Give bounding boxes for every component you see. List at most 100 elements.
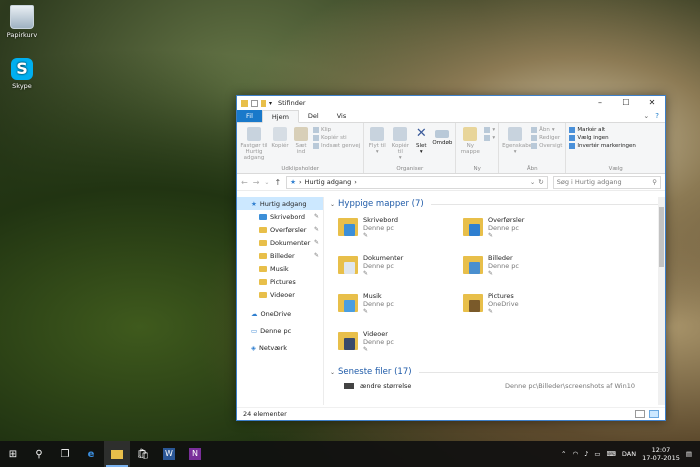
- close-button[interactable]: ✕: [639, 96, 665, 110]
- history-button[interactable]: Oversigt: [531, 143, 562, 149]
- recent-file-row[interactable]: ændre størrelse Denne pc\Billeder\screen…: [324, 379, 665, 393]
- task-view-button[interactable]: ❐: [52, 441, 78, 467]
- new-item-button[interactable]: ▾: [484, 127, 495, 133]
- skype-icon: S: [11, 58, 33, 80]
- copy-to-button[interactable]: Kopiér til ▾: [390, 125, 410, 164]
- search-box[interactable]: Søg i Hurtig adgang ⚲: [552, 175, 661, 189]
- taskbar-edge[interactable]: e: [78, 441, 104, 467]
- select-none-button[interactable]: Vælg ingen: [569, 135, 636, 141]
- frequent-folders-header[interactable]: ⌄ Hyppige mapper (7): [324, 197, 665, 211]
- folder-location: Denne pc: [363, 262, 395, 270]
- properties-button[interactable]: Egenskaber ▾: [502, 125, 534, 164]
- vertical-scrollbar[interactable]: [658, 197, 665, 405]
- address-dropdown-chevron-icon[interactable]: ⌄: [530, 178, 535, 186]
- nav-item-musik[interactable]: Musik: [237, 262, 323, 275]
- new-folder-button[interactable]: Ny mappe: [459, 125, 481, 164]
- taskbar-file-explorer[interactable]: [104, 441, 130, 467]
- address-box[interactable]: ★ › Hurtig adgang › ⌄ ↻: [286, 175, 548, 189]
- language-indicator[interactable]: DAN: [622, 450, 636, 458]
- invert-selection-button[interactable]: Invertér markeringen: [569, 143, 636, 149]
- nav-item-skrivebord[interactable]: Skrivebord ✎: [237, 210, 323, 223]
- search-button[interactable]: ⚲: [26, 441, 52, 467]
- breadcrumb-hurtig-adgang[interactable]: Hurtig adgang: [305, 178, 352, 186]
- nav-label: OneDrive: [260, 309, 292, 318]
- select-all-button[interactable]: Markér alt: [569, 127, 636, 133]
- tab-del[interactable]: Del: [299, 110, 328, 122]
- action-center-icon[interactable]: ▤: [686, 450, 692, 458]
- edit-button[interactable]: Rediger: [531, 135, 562, 141]
- paste-shortcut-button[interactable]: Indsæt genvej: [313, 143, 360, 149]
- nav-item-network[interactable]: ◈ Netværk: [237, 341, 323, 354]
- taskbar-word[interactable]: W: [156, 441, 182, 467]
- recent-locations-chevron-icon[interactable]: ⌄: [264, 179, 269, 186]
- clock[interactable]: 12:07 17-07-2015: [642, 446, 680, 462]
- up-arrow-icon[interactable]: ↑: [274, 178, 281, 187]
- delete-button[interactable]: ✕ Slet ▾: [413, 125, 429, 164]
- frequent-folder-tile[interactable]: Billeder Denne pc ✎: [463, 254, 588, 284]
- nav-label: Dokumenter: [270, 238, 311, 247]
- nav-item-onedrive[interactable]: ☁ OneDrive: [237, 307, 323, 320]
- pin-to-quick-access-button[interactable]: Fastgør til Hurtig adgang: [240, 125, 268, 164]
- history-label: Oversigt: [539, 143, 563, 149]
- maximize-button[interactable]: ☐: [613, 96, 639, 110]
- nav-item-overforsler[interactable]: Overførsler ✎: [237, 223, 323, 236]
- copy-button[interactable]: Kopiér: [271, 125, 289, 164]
- nav-item-dokumenter[interactable]: Dokumenter ✎: [237, 236, 323, 249]
- image-file-icon: [344, 383, 354, 389]
- large-icons-view-icon[interactable]: [649, 410, 659, 418]
- nav-item-this-pc[interactable]: ▭ Denne pc: [237, 324, 323, 337]
- frequent-folder-tile[interactable]: Dokumenter Denne pc ✎: [338, 254, 463, 284]
- help-icon[interactable]: ?: [655, 110, 659, 122]
- nav-item-billeder[interactable]: Billeder ✎: [237, 249, 323, 262]
- back-arrow-icon[interactable]: ←: [241, 178, 248, 187]
- cut-button[interactable]: Klip: [313, 127, 360, 133]
- tab-fil[interactable]: Fil: [237, 110, 262, 122]
- touch-keyboard-icon[interactable]: ⌨: [606, 450, 615, 458]
- desktop-icon-recycle-bin[interactable]: Papirkurv: [0, 5, 44, 39]
- nav-label: Hurtig adgang: [259, 199, 307, 208]
- copy-path-button[interactable]: Kopiér sti: [313, 135, 360, 141]
- tab-vis[interactable]: Vis: [328, 110, 356, 122]
- frequent-folder-tile[interactable]: Overførsler Denne pc ✎: [463, 216, 588, 246]
- tab-hjem[interactable]: Hjem: [261, 110, 299, 123]
- taskbar-onenote[interactable]: N: [182, 441, 208, 467]
- windows-logo-icon: ⊞: [8, 448, 18, 460]
- rename-button[interactable]: Omdøb: [432, 125, 452, 164]
- frequent-folder-tile[interactable]: Pictures OneDrive ✎: [463, 292, 588, 322]
- move-to-button[interactable]: Flyt til ▾: [367, 125, 387, 164]
- pin-icon: ✎: [313, 213, 319, 220]
- volume-icon[interactable]: ♪: [584, 450, 588, 458]
- new-folder-quick-icon[interactable]: [261, 99, 266, 107]
- battery-icon[interactable]: ▭: [594, 450, 600, 458]
- ribbon-expand-chevron-icon[interactable]: ⌄: [643, 110, 649, 122]
- scrollbar-thumb[interactable]: [659, 207, 664, 267]
- search-input[interactable]: Søg i Hurtig adgang: [557, 178, 622, 186]
- paste-button[interactable]: Sæt ind: [292, 125, 310, 164]
- nav-item-pictures[interactable]: Pictures: [237, 275, 323, 288]
- open-button[interactable]: Åbn ▾: [531, 127, 562, 133]
- details-view-icon[interactable]: [635, 410, 645, 418]
- refresh-icon[interactable]: ↻: [538, 178, 543, 186]
- nav-item-videoer[interactable]: Videoer: [237, 288, 323, 301]
- recent-files-header[interactable]: ⌄ Seneste filer (17): [324, 365, 665, 379]
- taskbar-store[interactable]: 🛍: [130, 441, 156, 467]
- start-button[interactable]: ⊞: [0, 441, 26, 467]
- folder-name: Skrivebord: [363, 216, 399, 224]
- frequent-folder-tile[interactable]: Musik Denne pc ✎: [338, 292, 463, 322]
- properties-quick-icon[interactable]: [251, 99, 258, 107]
- nav-item-quick-access[interactable]: ★ Hurtig adgang: [237, 197, 323, 210]
- forward-arrow-icon[interactable]: →: [253, 178, 260, 187]
- address-bar-row: ← → ⌄ ↑ ★ › Hurtig adgang › ⌄ ↻ Søg i Hu…: [237, 174, 665, 191]
- easy-access-button[interactable]: ▾: [484, 135, 495, 141]
- section-title: Hyppige mapper (7): [338, 199, 424, 209]
- wifi-icon[interactable]: ◠: [572, 450, 578, 458]
- desktop-icon-skype[interactable]: S Skype: [0, 58, 44, 90]
- ribbon-tabs: Fil Hjem Del Vis ⌄ ?: [237, 110, 665, 123]
- title-bar[interactable]: ▾ Stifinder – ☐ ✕: [237, 96, 665, 110]
- show-hidden-icons-chevron-icon[interactable]: ⌃: [561, 450, 566, 458]
- copy-to-label: Kopiér til: [391, 143, 409, 155]
- minimize-button[interactable]: –: [587, 96, 613, 110]
- frequent-folder-tile[interactable]: Skrivebord Denne pc ✎: [338, 216, 463, 246]
- customize-qat-chevron-icon[interactable]: ▾: [269, 100, 272, 107]
- frequent-folder-tile[interactable]: Videoer Denne pc ✎: [338, 330, 463, 360]
